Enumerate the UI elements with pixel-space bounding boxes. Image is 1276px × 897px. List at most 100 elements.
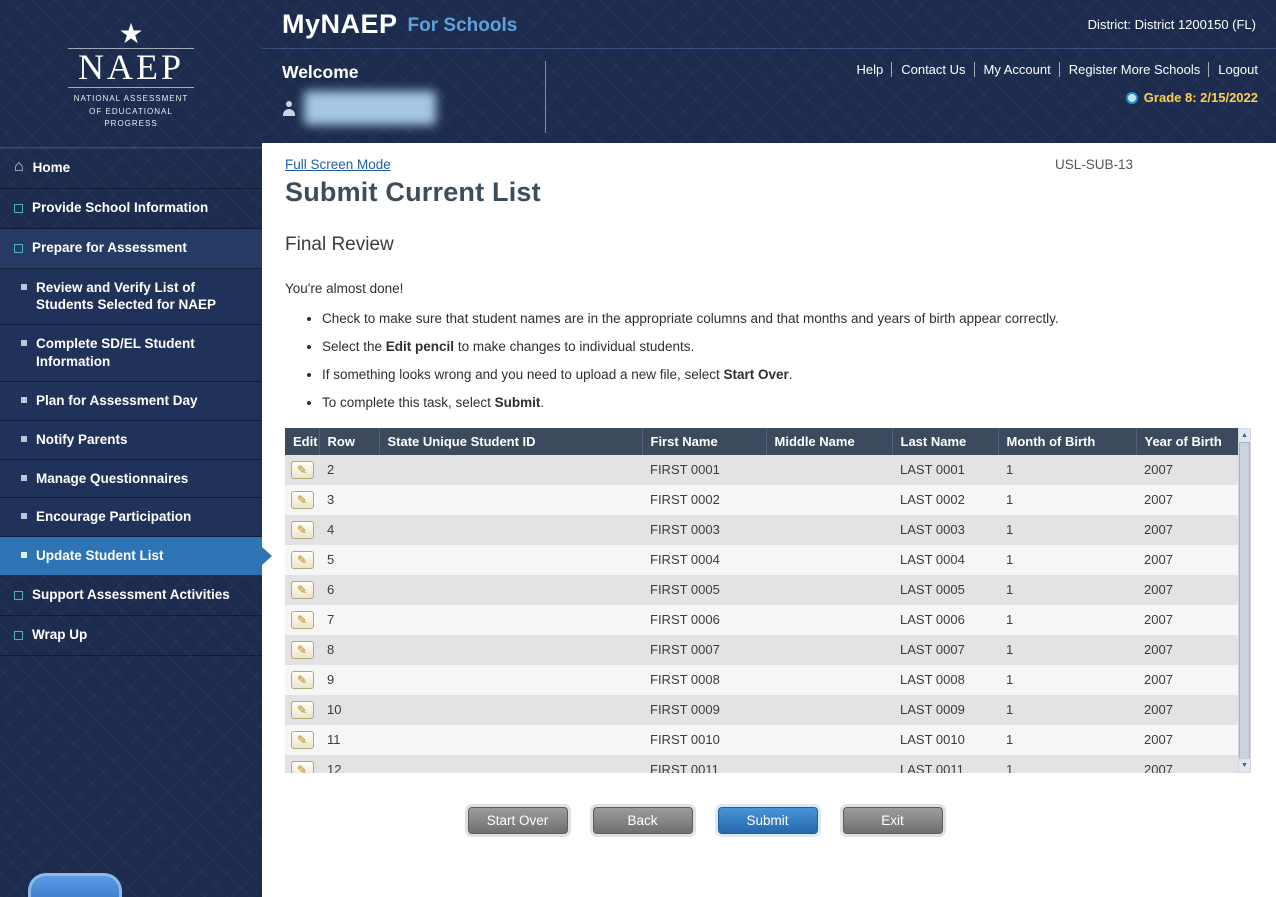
edit-pencil-icon: ✎ [297,554,307,566]
edit-pencil-icon: ✎ [297,704,307,716]
sidebar-subitem-notify-parents[interactable]: Notify Parents [0,421,262,460]
sidebar-subitem-encourage-participation[interactable]: Encourage Participation [0,498,262,537]
edit-pencil-button[interactable]: ✎ [291,461,314,479]
content-topline: Full Screen Mode USL-SUB-13 [285,157,1251,172]
nav-contact-us-link[interactable]: Contact Us [891,62,965,77]
student-id [379,485,642,515]
sidebar-item-home[interactable]: ⌂ Home [0,149,262,189]
edit-cell: ✎ [285,455,319,485]
edit-pencil-icon: ✎ [297,764,307,773]
first-name: FIRST 0002 [642,485,766,515]
header-divider [545,61,546,133]
month-of-birth: 1 [998,635,1136,665]
table-row: ✎ 4 FIRST 0003 LAST 0003 1 2007 [285,515,1238,545]
middle-name [766,635,892,665]
scrollbar-thumb[interactable] [1239,442,1250,759]
first-name: FIRST 0001 [642,455,766,485]
edit-cell: ✎ [285,755,319,773]
student-id [379,575,642,605]
start-over-button[interactable]: Start Over [468,807,568,834]
last-name: LAST 0001 [892,455,998,485]
instruction-item: Select the Edit pencil to make changes t… [322,337,1172,358]
col-header-state-id: State Unique Student ID [379,428,642,455]
sidebar-item-prepare-for-assessment[interactable]: Prepare for Assessment [0,229,262,269]
instruction-text: Check to make sure that student names ar… [322,311,1059,326]
table-row: ✎ 8 FIRST 0007 LAST 0007 1 2007 [285,635,1238,665]
sidebar-item-wrap-up[interactable]: Wrap Up [0,616,262,656]
edit-pencil-button[interactable]: ✎ [291,761,314,773]
edit-pencil-icon: ✎ [297,524,307,536]
sidebar-item-label: Home [33,160,71,177]
instruction-text: To complete this task, select [322,395,495,410]
edit-pencil-button[interactable]: ✎ [291,731,314,749]
table-row: ✎ 9 FIRST 0008 LAST 0008 1 2007 [285,665,1238,695]
instruction-text: . [789,367,793,382]
year-of-birth: 2007 [1136,695,1238,725]
nav-my-account-link[interactable]: My Account [974,62,1051,77]
student-id [379,755,642,773]
nav-logout-link[interactable]: Logout [1208,62,1258,77]
edit-pencil-button[interactable]: ✎ [291,641,314,659]
table-scrollbar[interactable]: ▲ ▼ [1238,428,1251,773]
edit-pencil-icon: ✎ [297,464,307,476]
instruction-text: If something looks wrong and you need to… [322,367,724,382]
row-number: 5 [319,545,379,575]
scroll-down-arrow-icon[interactable]: ▼ [1239,758,1250,772]
sidebar-subitem-label: Notify Parents [36,432,128,447]
table-row: ✎ 6 FIRST 0005 LAST 0005 1 2007 [285,575,1238,605]
last-name: LAST 0004 [892,545,998,575]
full-screen-mode-link[interactable]: Full Screen Mode [285,157,391,172]
sidebar-item-provide-school-information[interactable]: Provide School Information [0,189,262,229]
sidebar-subitem-plan-for-assessment-day[interactable]: Plan for Assessment Day [0,382,262,421]
year-of-birth: 2007 [1136,725,1238,755]
col-header-month-of-birth: Month of Birth [998,428,1136,455]
sidebar-subitem-update-student-list[interactable]: Update Student List [0,537,262,576]
edit-pencil-button[interactable]: ✎ [291,521,314,539]
edit-pencil-button[interactable]: ✎ [291,491,314,509]
row-number: 12 [319,755,379,773]
edit-cell: ✎ [285,635,319,665]
edit-cell: ✎ [285,695,319,725]
scroll-up-arrow-icon[interactable]: ▲ [1239,429,1250,443]
submit-button[interactable]: Submit [718,807,818,834]
edit-pencil-button[interactable]: ✎ [291,551,314,569]
row-number: 3 [319,485,379,515]
first-name: FIRST 0009 [642,695,766,725]
edit-pencil-button[interactable]: ✎ [291,581,314,599]
sidebar-subitem-label: Plan for Assessment Day [36,393,198,408]
sidebar-item-support-assessment-activities[interactable]: Support Assessment Activities [0,576,262,616]
middle-name [766,545,892,575]
back-button[interactable]: Back [593,807,693,834]
instruction-item: Check to make sure that student names ar… [322,309,1172,330]
edit-cell: ✎ [285,665,319,695]
intro-text: You're almost done! [285,281,1276,296]
instruction-text: to make changes to individual students. [454,339,694,354]
student-table-body: ✎ 2 FIRST 0001 LAST 0001 1 2007 ✎ 3 FIRS… [285,455,1238,773]
col-header-last-name: Last Name [892,428,998,455]
edit-pencil-button[interactable]: ✎ [291,701,314,719]
chat-widget[interactable] [28,873,122,897]
sidebar-subitem-review-and-verify-list[interactable]: Review and Verify List of Students Selec… [0,269,262,326]
exit-button[interactable]: Exit [843,807,943,834]
grade-label: Grade 8: 2/15/2022 [1144,90,1258,105]
table-row: ✎ 2 FIRST 0001 LAST 0001 1 2007 [285,455,1238,485]
student-id [379,725,642,755]
middle-name [766,485,892,515]
edit-pencil-button[interactable]: ✎ [291,611,314,629]
student-table: Edit Row State Unique Student ID First N… [285,428,1251,773]
first-name: FIRST 0005 [642,575,766,605]
sidebar-subitem-complete-sd-el-information[interactable]: Complete SD/EL Student Information [0,325,262,382]
table-header-row: Edit Row State Unique Student ID First N… [285,428,1238,455]
row-number: 6 [319,575,379,605]
first-name: FIRST 0011 [642,755,766,773]
nav-register-more-schools-link[interactable]: Register More Schools [1059,62,1201,77]
home-icon: ⌂ [14,160,24,174]
sidebar-subitem-manage-questionnaires[interactable]: Manage Questionnaires [0,460,262,499]
edit-cell: ✎ [285,575,319,605]
nav-help-link[interactable]: Help [856,62,883,77]
month-of-birth: 1 [998,755,1136,773]
month-of-birth: 1 [998,665,1136,695]
edit-pencil-icon: ✎ [297,644,307,656]
middle-name [766,725,892,755]
edit-pencil-button[interactable]: ✎ [291,671,314,689]
